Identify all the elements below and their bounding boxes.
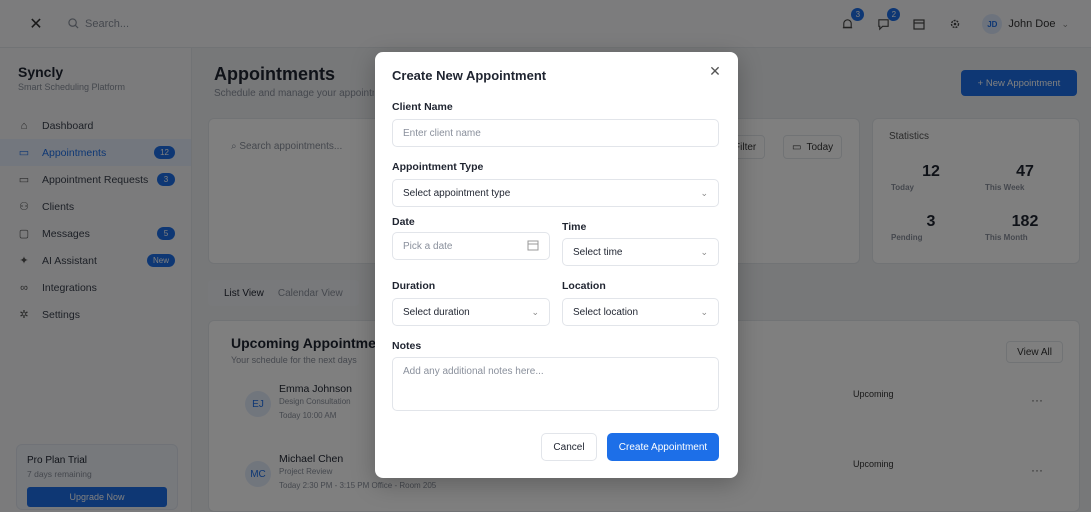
duration-label: Duration bbox=[392, 280, 436, 292]
create-appointment-dialog: Create New Appointment ✕ Client Name Ent… bbox=[375, 52, 738, 478]
time-value: Select time bbox=[573, 246, 623, 258]
close-icon[interactable]: ✕ bbox=[706, 62, 724, 80]
calendar-icon bbox=[527, 240, 539, 251]
date-label: Date bbox=[392, 216, 415, 228]
appointment-type-select[interactable]: Select appointment type ⌄ bbox=[392, 179, 719, 207]
date-picker[interactable]: Pick a date bbox=[392, 232, 550, 260]
date-placeholder: Pick a date bbox=[403, 240, 453, 252]
duration-select[interactable]: Select duration ⌄ bbox=[392, 298, 550, 326]
notes-label: Notes bbox=[392, 340, 422, 352]
location-value: Select location bbox=[573, 306, 639, 318]
client-name-label: Client Name bbox=[392, 101, 453, 113]
location-label: Location bbox=[562, 280, 606, 292]
time-select[interactable]: Select time ⌄ bbox=[562, 238, 719, 266]
notes-placeholder: Add any additional notes here... bbox=[403, 366, 544, 377]
cancel-button[interactable]: Cancel bbox=[541, 433, 597, 461]
appointment-type-value: Select appointment type bbox=[403, 187, 511, 199]
appointment-type-label: Appointment Type bbox=[392, 161, 484, 173]
chevron-down-icon: ⌄ bbox=[700, 247, 708, 257]
create-appointment-button[interactable]: Create Appointment bbox=[607, 433, 719, 461]
client-name-field[interactable]: Enter client name bbox=[392, 119, 719, 147]
notes-textarea[interactable]: Add any additional notes here... bbox=[392, 357, 719, 411]
client-name-placeholder: Enter client name bbox=[403, 127, 481, 139]
time-label: Time bbox=[562, 221, 587, 233]
dialog-title: Create New Appointment bbox=[392, 68, 547, 83]
location-select[interactable]: Select location ⌄ bbox=[562, 298, 719, 326]
chevron-down-icon: ⌄ bbox=[531, 307, 539, 317]
duration-value: Select duration bbox=[403, 306, 470, 318]
chevron-down-icon: ⌄ bbox=[700, 307, 708, 317]
chevron-down-icon: ⌄ bbox=[700, 188, 708, 198]
